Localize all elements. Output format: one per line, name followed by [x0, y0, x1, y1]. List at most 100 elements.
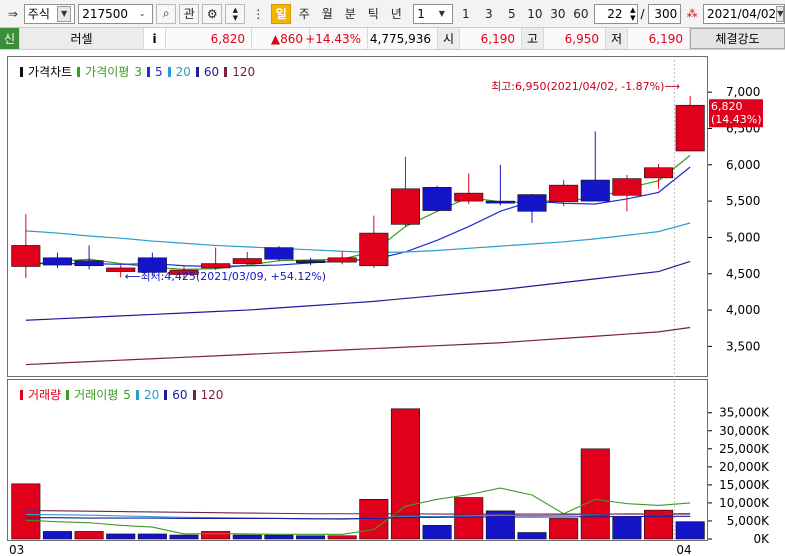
search-icon: ⌕ — [162, 6, 170, 20]
candle-body — [74, 260, 104, 267]
total-count-input[interactable]: 300 — [647, 3, 682, 24]
market-select-value: 주식 — [27, 7, 50, 21]
interval-select-value: 1 — [417, 6, 425, 21]
code-input[interactable]: 217500 ⌄ — [78, 3, 154, 24]
chevron-down-icon[interactable]: ⌄ — [135, 6, 149, 22]
y-axis-tick-label: 15,000K — [719, 478, 770, 492]
gear-icon: ⚙ — [206, 6, 218, 21]
price-change: ▲860 — [252, 28, 310, 49]
chevron-down-icon[interactable]: ▼ — [776, 5, 785, 22]
volume-bar — [169, 534, 199, 540]
volume-bar — [454, 497, 484, 540]
market-select[interactable]: 주식 ▼ — [23, 3, 76, 24]
y-axis-tick-label: 30,000K — [719, 424, 770, 438]
candle-body — [422, 187, 452, 211]
volume-bar — [42, 531, 72, 540]
more-button[interactable]: ⋮ — [248, 4, 268, 24]
period-tick-button[interactable]: 틱 — [363, 4, 383, 24]
slash-separator: / — [640, 6, 645, 21]
info-button[interactable]: i — [144, 28, 166, 49]
interval-30-button[interactable]: 30 — [548, 4, 568, 24]
volume-bar — [11, 483, 41, 540]
period-week-button[interactable]: 주 — [294, 4, 314, 24]
volume-chart-svg: 0K 5,000K 10,000K 15,000K 20,000K 25,000K 30,0… — [9, 381, 770, 556]
candle-body — [549, 184, 579, 203]
volume-bar — [232, 534, 262, 540]
y-axis-tick-label: 5,000 — [726, 230, 760, 244]
settings-button[interactable]: ⚙ — [202, 3, 223, 24]
period-day-button[interactable]: 일 — [271, 3, 292, 24]
volume-bar — [264, 534, 294, 540]
y-axis-tick-label: 4,000 — [726, 303, 760, 317]
candle-body — [232, 258, 262, 264]
y-axis-tick-label: 5,000K — [727, 514, 770, 528]
interval-5-button[interactable]: 5 — [502, 4, 522, 24]
chevron-down-icon[interactable]: ▼ — [57, 5, 72, 22]
price-ma-line-120 — [25, 326, 691, 366]
volume-bar — [675, 521, 705, 540]
open-label: 시 — [438, 28, 460, 49]
volume-bar — [580, 448, 610, 540]
volume-value: 4,775,936 — [368, 28, 438, 49]
spinner-icon[interactable]: ▲ ▼ — [630, 6, 635, 22]
price-chart-svg: 3,5004,0004,5005,0005,5006,0006,5007,000… — [11, 60, 763, 377]
candle-body — [485, 200, 515, 204]
volume-bar — [390, 408, 420, 540]
interval-60-button[interactable]: 60 — [571, 4, 591, 24]
strength-button[interactable]: 체결강도 — [690, 28, 785, 49]
volume-bar — [74, 531, 104, 540]
x-axis-tick-label: 03 — [9, 543, 24, 556]
grid-icon[interactable]: ⁂ — [684, 6, 700, 22]
interval-10-button[interactable]: 10 — [525, 4, 545, 24]
period-minute-button[interactable]: 분 — [340, 4, 360, 24]
low-label: 저 — [606, 28, 628, 49]
interval-3-button[interactable]: 3 — [479, 4, 499, 24]
y-axis-tick-label: 35,000K — [719, 406, 770, 420]
high-annotation: 최고:6,950(2021/04/02, -1.87%)⟶ — [491, 80, 680, 93]
price-ma-line-20 — [25, 222, 691, 254]
search-button[interactable]: ⌕ — [156, 3, 177, 24]
candle-body — [454, 192, 484, 202]
high-label: 고 — [522, 28, 544, 49]
y-axis-tick-label: 4,500 — [726, 267, 760, 281]
quote-bar: 신 러셀 i 6,820 ▲860 +14.43% 4,775,936 시 6,… — [0, 28, 785, 50]
candle-body — [580, 179, 610, 202]
chart-window: ⇒ 주식 ▼ 217500 ⌄ ⌕ 관 ⚙ ▲ ▼ ⋮ 일 주 월 분 틱 년 1… — [0, 0, 785, 556]
volume-bar — [106, 533, 136, 540]
candle-body — [644, 167, 674, 179]
candle-body — [42, 257, 72, 266]
volume-bar — [327, 535, 357, 540]
interval-1-button[interactable]: 1 — [456, 4, 476, 24]
high-value: 6,950 — [544, 28, 606, 49]
y-axis-tick-label: 7,000 — [726, 85, 760, 99]
interval-select[interactable]: 1 ▼ — [413, 3, 453, 24]
spinner-button[interactable]: ▲ ▼ — [225, 3, 246, 24]
date-value: 2021/04/02 — [707, 6, 777, 21]
total-count-value: 300 — [654, 6, 678, 21]
volume-bar — [549, 518, 579, 540]
current-price-label: 6,820 — [711, 100, 743, 113]
y-axis-tick-label: 25,000K — [719, 442, 770, 456]
low-annotation: ⟵최저:4,425(2021/03/09, +54.12%) — [125, 270, 326, 283]
candle-body — [201, 263, 231, 269]
view-count-input[interactable]: 22 ▲ ▼ — [593, 3, 638, 24]
volume-bar — [296, 535, 326, 540]
view-count-value: 22 — [607, 6, 623, 21]
candle-body — [675, 104, 705, 152]
period-year-button[interactable]: 년 — [386, 4, 406, 24]
credit-badge: 신 — [0, 28, 20, 49]
candle-body — [264, 247, 294, 260]
link-icon[interactable]: ⇒ — [5, 6, 21, 22]
stock-name[interactable]: 러셀 — [20, 28, 144, 49]
code-input-value: 217500 — [82, 6, 128, 21]
y-axis-tick-label: 10,000K — [719, 496, 770, 510]
date-select[interactable]: 2021/04/02 ▼ — [703, 3, 785, 24]
y-axis-tick-label: 20,000K — [719, 460, 770, 474]
toolbar: ⇒ 주식 ▼ 217500 ⌄ ⌕ 관 ⚙ ▲ ▼ ⋮ 일 주 월 분 틱 년 1… — [0, 0, 785, 28]
gwan-button[interactable]: 관 — [179, 3, 200, 24]
y-axis-tick-label: 0K — [753, 532, 770, 546]
chevron-down-icon[interactable]: ▼ — [435, 6, 449, 22]
period-month-button[interactable]: 월 — [317, 4, 337, 24]
y-axis-tick-label: 3,500 — [726, 339, 760, 353]
price-change-pct: +14.43% — [305, 28, 368, 49]
